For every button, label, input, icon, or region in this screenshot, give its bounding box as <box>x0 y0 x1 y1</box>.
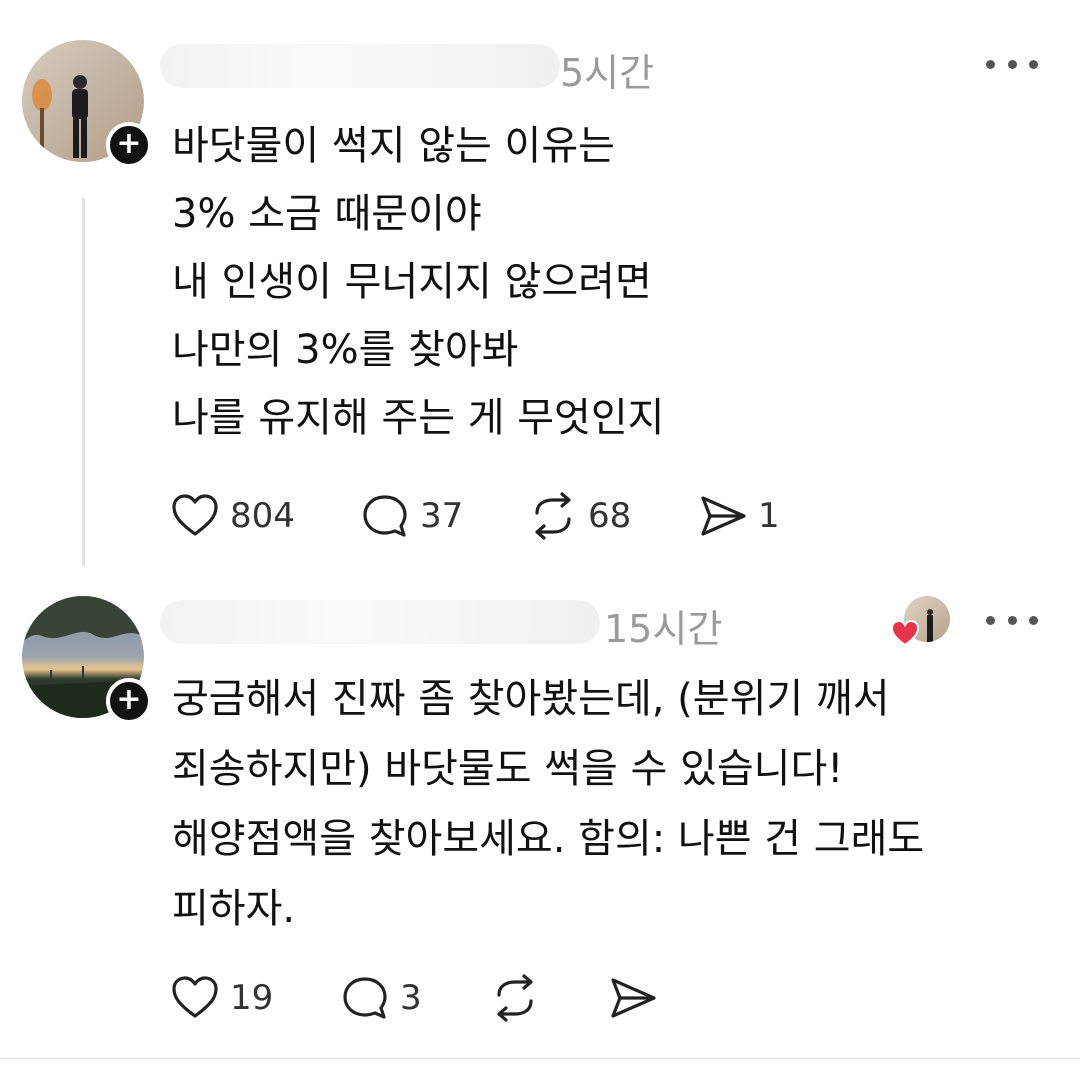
like-count: 804 <box>230 496 295 536</box>
post-text-line: 바닷물이 썩지 않는 이유는 <box>172 123 615 169</box>
more-options-button[interactable] <box>986 54 1038 74</box>
comment-count: 37 <box>420 496 464 536</box>
follow-button[interactable]: + <box>106 678 152 724</box>
like-count: 19 <box>230 978 274 1018</box>
share-button[interactable]: 1 <box>698 488 780 544</box>
repost-count: 68 <box>588 496 632 536</box>
share-button[interactable] <box>608 970 658 1026</box>
post-text-line: 내 인생이 무너지지 않으려면 <box>172 259 652 305</box>
heart-icon <box>172 976 218 1018</box>
more-options-button[interactable] <box>986 610 1038 630</box>
comment-button[interactable]: 37 <box>360 488 463 544</box>
ellipsis-icon <box>986 615 995 625</box>
post-timestamp: 15시간 <box>604 607 723 651</box>
post: + 15시간 궁금해서 진짜 좀 찾아봤는데, (분위기 깨서 죄송하지만) 바… <box>0 566 1080 1066</box>
post-timestamp: 5시간 <box>560 51 655 95</box>
share-count: 1 <box>758 496 780 536</box>
post-text-line: 궁금해서 진짜 좀 찾아봤는데, (분위기 깨서 <box>172 676 890 722</box>
speech-bubble-icon <box>343 977 387 1019</box>
repost-arrows-icon <box>497 974 533 1022</box>
ellipsis-icon <box>986 59 995 69</box>
red-heart-icon <box>890 619 920 647</box>
comment-count: 3 <box>400 978 422 1018</box>
username-redacted <box>160 44 560 88</box>
post-text-line: 3% 소금 때문이야 <box>172 191 482 237</box>
divider <box>0 1058 1080 1059</box>
speech-bubble-icon <box>363 495 407 537</box>
like-button[interactable]: 19 <box>170 970 273 1026</box>
post-text-line: 해양점액을 찾아보세요. 함의: 나쁜 건 그래도 <box>172 816 925 862</box>
post: + 5시간 바닷물이 썩지 않는 이유는 3% 소금 때문이야 내 인생이 무너… <box>0 0 1080 566</box>
thread-connector-line <box>82 198 85 566</box>
post-body: 궁금해서 진짜 좀 찾아봤는데, (분위기 깨서 죄송하지만) 바닷물도 썩을 … <box>172 664 924 944</box>
paper-plane-icon <box>701 496 746 536</box>
heart-icon <box>172 494 218 536</box>
comment-button[interactable]: 3 <box>340 970 422 1026</box>
repost-button[interactable]: 68 <box>528 488 631 544</box>
follow-button[interactable]: + <box>106 122 152 168</box>
repost-button[interactable] <box>490 970 540 1026</box>
post-body: 바닷물이 썩지 않는 이유는 3% 소금 때문이야 내 인생이 무너지지 않으려… <box>172 112 664 452</box>
post-text-line: 죄송하지만) 바닷물도 썩을 수 있습니다! <box>172 746 844 792</box>
post-text-line: 피하자. <box>172 886 296 932</box>
post-text-line: 나를 유지해 주는 게 무엇인지 <box>172 395 665 441</box>
like-button[interactable]: 804 <box>170 488 295 544</box>
repost-arrows-icon <box>535 492 571 540</box>
post-text-line: 나만의 3%를 찾아봐 <box>172 327 519 373</box>
paper-plane-icon <box>611 978 656 1018</box>
username-redacted <box>160 600 600 644</box>
